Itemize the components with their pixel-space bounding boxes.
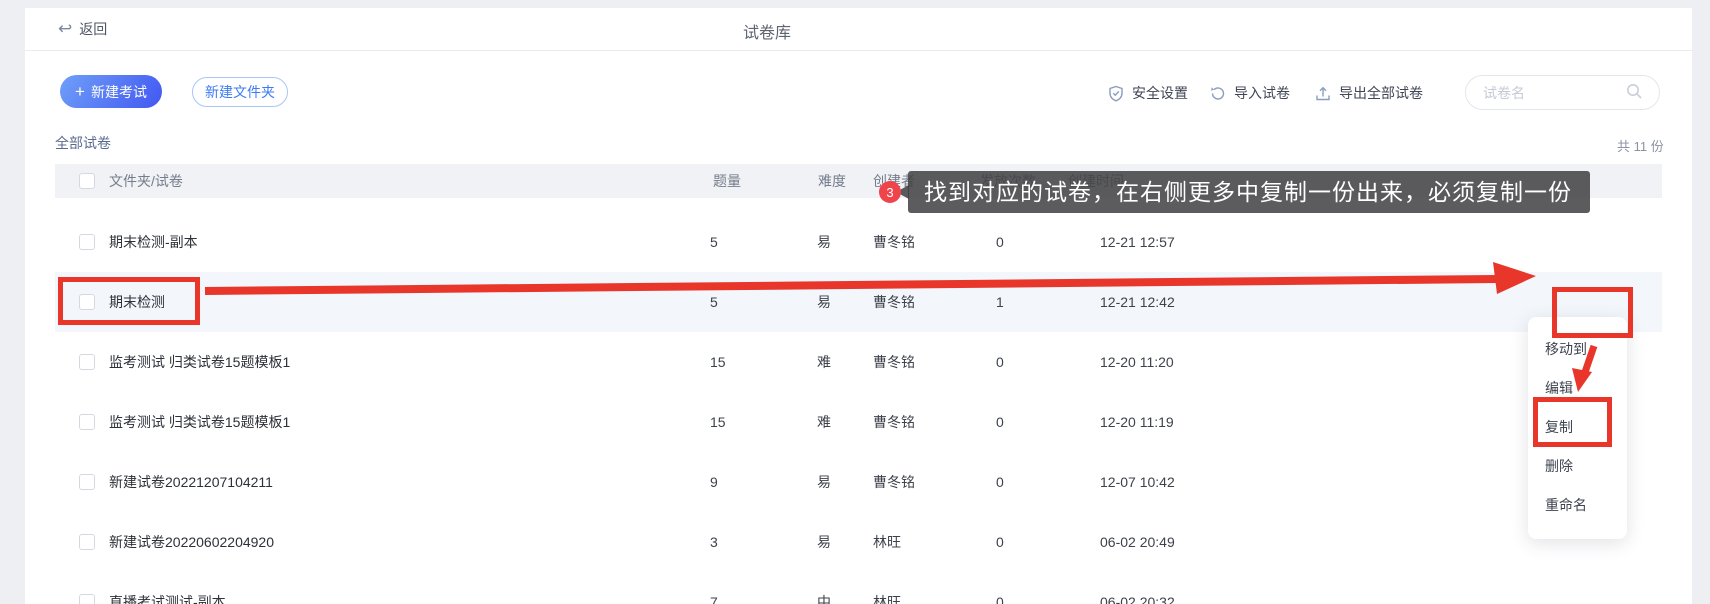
paper-difficulty: 中 <box>817 594 831 604</box>
paper-issue-count: 0 <box>996 234 1004 250</box>
highlight-box-copy-item <box>1533 397 1612 447</box>
paper-name: 新建试卷20220602204920 <box>109 534 275 550</box>
paper-qty: 9 <box>710 474 718 490</box>
all-papers-label: 全部试卷 <box>55 135 111 151</box>
paper-created-at: 12-21 12:57 <box>1100 234 1175 250</box>
paper-qty: 15 <box>710 414 726 430</box>
new-exam-button[interactable]: + 新建考试 <box>60 75 162 108</box>
paper-name: 监考测试 归类试卷15题模板1 <box>109 414 291 430</box>
paper-issue-count: 0 <box>996 474 1004 490</box>
highlight-box-more-button <box>1552 287 1633 338</box>
search-icon[interactable] <box>1623 82 1643 103</box>
paper-created-at: 12-07 10:42 <box>1100 474 1175 490</box>
shield-check-icon <box>1108 85 1124 102</box>
table-row[interactable]: 监考测试 归类试卷15题模板1 15 难 曹冬铭 0 12-20 11:20 发… <box>55 332 1662 392</box>
paper-creator: 林旺 <box>873 534 901 550</box>
dropdown-menu-item[interactable]: 重命名 <box>1528 486 1627 525</box>
paper-qty: 5 <box>710 294 718 310</box>
security-settings-button[interactable]: 安全设置 <box>1108 83 1188 103</box>
new-folder-button[interactable]: 新建文件夹 <box>192 77 288 107</box>
topbar-divider <box>25 50 1692 51</box>
total-count-label: 共 11 份 <box>1617 139 1664 154</box>
paper-creator: 曹冬铭 <box>873 234 915 250</box>
plus-icon: + <box>75 82 85 101</box>
paper-qty: 5 <box>710 234 718 250</box>
paper-issue-count: 1 <box>996 294 1004 310</box>
paper-difficulty: 易 <box>817 294 831 310</box>
paper-created-at: 12-21 12:42 <box>1100 294 1175 310</box>
paper-qty: 15 <box>710 354 726 370</box>
back-button[interactable]: ↩ 返回 <box>58 19 107 39</box>
paper-difficulty: 易 <box>817 474 831 490</box>
paper-search-box <box>1465 75 1660 110</box>
paper-issue-count: 0 <box>996 414 1004 430</box>
table-row[interactable]: 新建试卷20221207104211 9 易 曹冬铭 0 12-07 10:42… <box>55 452 1662 512</box>
paper-created-at: 12-20 11:20 <box>1100 354 1174 370</box>
paper-created-at: 06-02 20:49 <box>1100 534 1175 550</box>
row-checkbox[interactable] <box>79 354 95 370</box>
import-papers-button[interactable]: 导入试卷 <box>1210 83 1290 103</box>
paper-name: 监考测试 归类试卷15题模板1 <box>109 354 291 370</box>
row-checkbox[interactable] <box>79 474 95 490</box>
new-exam-label: 新建考试 <box>90 83 147 100</box>
paper-creator: 曹冬铭 <box>873 414 915 430</box>
select-all-checkbox[interactable] <box>79 173 95 189</box>
new-folder-label: 新建文件夹 <box>205 84 275 100</box>
step-number-badge: 3 <box>879 181 901 203</box>
import-papers-label: 导入试卷 <box>1234 85 1290 101</box>
paper-created-at: 12-20 11:19 <box>1100 414 1174 430</box>
paper-difficulty: 易 <box>817 534 831 550</box>
paper-difficulty: 难 <box>817 354 831 370</box>
row-checkbox[interactable] <box>79 234 95 250</box>
column-qty: 题量 <box>713 173 741 189</box>
paper-created-at: 06-02 20:32 <box>1100 594 1175 604</box>
paper-difficulty: 难 <box>817 414 831 430</box>
import-circle-arrow-icon <box>1210 85 1226 102</box>
table-row[interactable]: 监考测试 归类试卷15题模板1 15 难 曹冬铭 0 12-20 11:19 发… <box>55 392 1662 452</box>
paper-creator: 曹冬铭 <box>873 354 915 370</box>
row-checkbox[interactable] <box>79 414 95 430</box>
paper-name: 期末检测-副本 <box>109 234 198 250</box>
paper-qty: 7 <box>710 594 718 604</box>
dropdown-menu-item[interactable]: 删除 <box>1528 447 1627 486</box>
table-row[interactable]: 新建试卷20220602204920 3 易 林旺 0 06-02 20:49 … <box>55 512 1662 572</box>
paper-search-input[interactable] <box>1483 84 1623 101</box>
paper-creator: 林旺 <box>873 594 901 604</box>
paper-difficulty: 易 <box>817 234 831 250</box>
paper-issue-count: 0 <box>996 354 1004 370</box>
paper-creator: 曹冬铭 <box>873 294 915 310</box>
paper-name: 新建试卷20221207104211 <box>109 474 273 490</box>
paper-issue-count: 0 <box>996 534 1004 550</box>
page-title: 试卷库 <box>743 25 792 42</box>
security-settings-label: 安全设置 <box>1132 85 1188 101</box>
paper-creator: 曹冬铭 <box>873 474 915 490</box>
back-arrow-icon: ↩ <box>58 19 73 38</box>
export-all-papers-button[interactable]: 导出全部试卷 <box>1315 83 1423 103</box>
table-row[interactable]: 期末检测-副本 5 易 曹冬铭 0 12-21 12:57 发布 封存 更多 <box>55 212 1662 272</box>
row-checkbox[interactable] <box>79 594 95 604</box>
instruction-tooltip: 找到对应的试卷，在右侧更多中复制一份出来，必须复制一份 <box>908 171 1590 213</box>
paper-name: 直播考试测试-副本 <box>109 594 226 604</box>
highlight-box-target-row <box>58 277 200 325</box>
column-name: 文件夹/试卷 <box>109 173 183 189</box>
export-upload-icon <box>1315 85 1331 102</box>
paper-issue-count: 0 <box>996 594 1004 604</box>
column-difficulty: 难度 <box>818 173 846 189</box>
back-label: 返回 <box>79 21 108 37</box>
row-checkbox[interactable] <box>79 534 95 550</box>
table-row[interactable]: 直播考试测试-副本 7 中 林旺 0 06-02 20:32 发布 封存 更多 <box>55 572 1662 604</box>
table-row[interactable]: 期末检测 5 易 曹冬铭 1 12-21 12:42 发布 封存 更多 <box>55 272 1662 332</box>
export-all-papers-label: 导出全部试卷 <box>1339 85 1423 101</box>
paper-qty: 3 <box>710 534 718 550</box>
paper-library-page: ↩ 返回 试卷库 + 新建考试 新建文件夹 安全设置 导入试卷 导出全部试卷 试… <box>0 0 1710 604</box>
